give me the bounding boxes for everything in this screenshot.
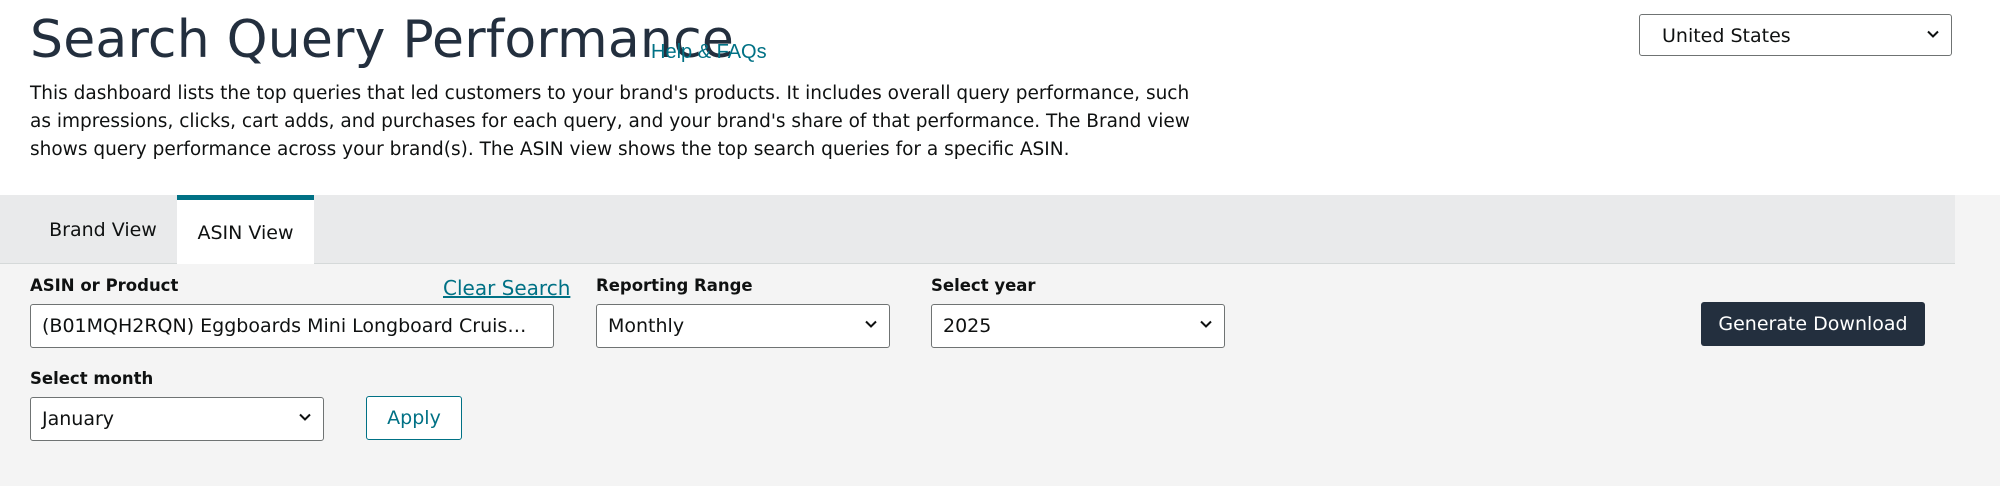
asin-search-value: (B01MQH2RQN) Eggboards Mini Longboard Cr…	[42, 315, 537, 337]
chevron-down-icon	[1927, 30, 1939, 38]
year-select[interactable]: 2025	[931, 304, 1225, 348]
help-faqs-link[interactable]: Help & FAQs	[651, 41, 767, 64]
generate-download-button[interactable]: Generate Download	[1701, 302, 1925, 346]
chevron-down-icon	[865, 320, 877, 328]
chevron-down-icon	[1200, 320, 1212, 328]
right-gutter	[1955, 195, 2000, 486]
reporting-range-select[interactable]: Monthly	[596, 304, 890, 348]
month-select-value: January	[42, 408, 115, 430]
country-select[interactable]: United States	[1639, 14, 1952, 56]
asin-search-input[interactable]: (B01MQH2RQN) Eggboards Mini Longboard Cr…	[30, 304, 554, 348]
view-tabs: Brand View ASIN View	[0, 195, 1955, 265]
asin-field-label: ASIN or Product	[30, 276, 179, 295]
chevron-down-icon	[299, 413, 311, 421]
select-year-label: Select year	[931, 276, 1036, 295]
page-title: Search Query Performance	[30, 10, 735, 70]
page-description: This dashboard lists the top queries tha…	[30, 83, 1190, 160]
tab-brand-view[interactable]: Brand View	[30, 195, 176, 264]
country-select-value: United States	[1662, 25, 1791, 47]
reporting-range-label: Reporting Range	[596, 276, 753, 295]
filter-panel: ASIN or Product Clear Search (B01MQH2RQN…	[0, 264, 1955, 486]
page-header: Search Query Performance Help & FAQs Thi…	[0, 0, 2000, 195]
clear-search-link[interactable]: Clear Search	[443, 276, 570, 300]
tab-asin-view[interactable]: ASIN View	[177, 195, 314, 265]
select-month-label: Select month	[30, 369, 154, 388]
apply-button[interactable]: Apply	[366, 396, 462, 440]
month-select[interactable]: January	[30, 397, 324, 441]
year-select-value: 2025	[943, 315, 992, 337]
reporting-range-value: Monthly	[608, 315, 685, 337]
